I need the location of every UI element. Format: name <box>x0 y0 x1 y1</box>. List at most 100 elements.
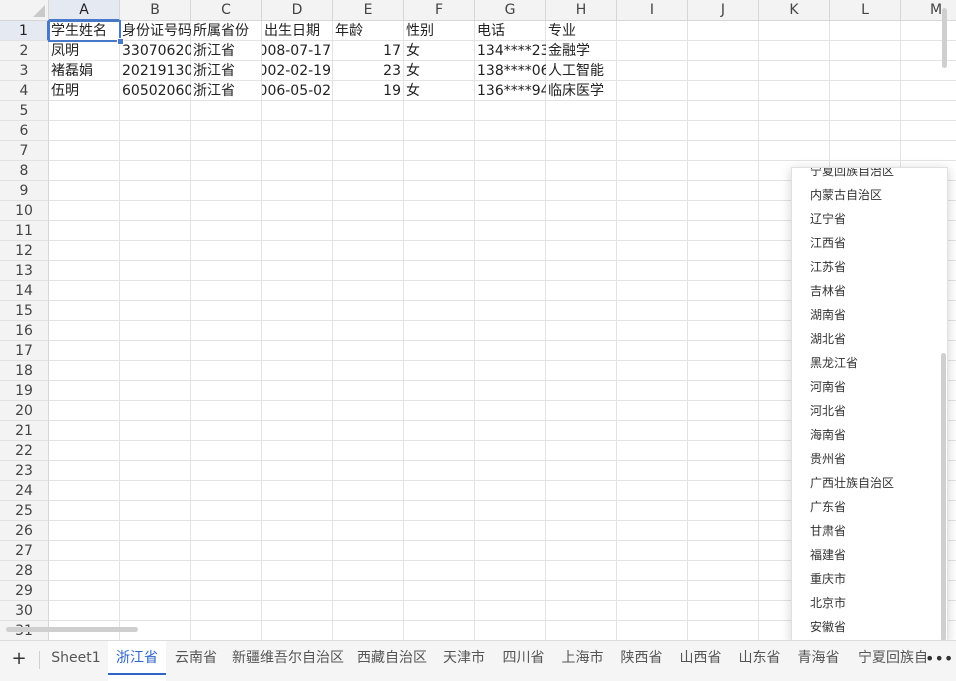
sheet-tab[interactable]: 宁夏回族自治区 <box>848 641 926 681</box>
table-cell[interactable]: 褚磊娟 <box>49 61 120 81</box>
header-cell-f[interactable]: 性别 <box>404 21 475 41</box>
sheet-tab[interactable]: 云南省 <box>166 641 226 681</box>
row-header-30[interactable]: 30 <box>0 601 49 621</box>
fill-handle[interactable] <box>117 38 124 45</box>
row-header-23[interactable]: 23 <box>0 461 49 481</box>
column-header-f[interactable]: F <box>404 0 475 21</box>
select-all-corner[interactable] <box>0 0 49 21</box>
table-cell[interactable]: 人工智能 <box>546 61 617 81</box>
dropdown-sheet-item[interactable]: 江苏省 <box>810 255 846 279</box>
row-header-8[interactable]: 8 <box>0 161 49 181</box>
table-cell[interactable]: 2008-07-17 <box>262 41 333 61</box>
table-cell[interactable]: 330706200 <box>120 41 191 61</box>
table-cell[interactable]: 134****23 <box>475 41 546 61</box>
column-header-a[interactable]: A <box>49 0 120 21</box>
row-header-15[interactable]: 15 <box>0 301 49 321</box>
row-header-20[interactable]: 20 <box>0 401 49 421</box>
sheet-tab[interactable]: 上海市 <box>553 641 612 681</box>
table-cell[interactable]: 伍明 <box>49 81 120 101</box>
dropdown-sheet-item[interactable]: 海南省 <box>810 423 846 447</box>
table-cell[interactable]: 临床医学 <box>546 81 617 101</box>
row-header-25[interactable]: 25 <box>0 501 49 521</box>
sheet-tab[interactable]: 青海省 <box>789 641 848 681</box>
sheet-tab[interactable]: Sheet1 <box>44 641 108 681</box>
dropdown-sheet-item[interactable]: 吉林省 <box>810 279 846 303</box>
table-cell[interactable]: 19 <box>333 81 404 101</box>
row-header-28[interactable]: 28 <box>0 561 49 581</box>
column-header-g[interactable]: G <box>475 0 546 21</box>
table-cell[interactable]: 金融学 <box>546 41 617 61</box>
table-cell[interactable]: 女 <box>404 41 475 61</box>
row-header-3[interactable]: 3 <box>0 61 49 81</box>
row-header-29[interactable]: 29 <box>0 581 49 601</box>
column-header-h[interactable]: H <box>546 0 617 21</box>
header-cell-e[interactable]: 年龄 <box>333 21 404 41</box>
row-header-22[interactable]: 22 <box>0 441 49 461</box>
table-cell[interactable]: 605020600 <box>120 81 191 101</box>
row-header-21[interactable]: 21 <box>0 421 49 441</box>
row-header-7[interactable]: 7 <box>0 141 49 161</box>
row-header-6[interactable]: 6 <box>0 121 49 141</box>
row-header-2[interactable]: 2 <box>0 41 49 61</box>
row-header-5[interactable]: 5 <box>0 101 49 121</box>
table-cell[interactable]: 女 <box>404 61 475 81</box>
header-cell-c[interactable]: 所属省份 <box>191 21 262 41</box>
sheet-tab[interactable]: 浙江省 <box>108 641 166 681</box>
row-header-11[interactable]: 11 <box>0 221 49 241</box>
column-header-j[interactable]: J <box>688 0 759 21</box>
header-cell-b[interactable]: 身份证号码 <box>120 21 191 41</box>
table-cell[interactable]: 浙江省 <box>191 81 262 101</box>
row-header-19[interactable]: 19 <box>0 381 49 401</box>
dropdown-sheet-item[interactable]: 河南省 <box>810 375 846 399</box>
table-cell[interactable]: 23 <box>333 61 404 81</box>
row-header-26[interactable]: 26 <box>0 521 49 541</box>
row-header-13[interactable]: 13 <box>0 261 49 281</box>
column-header-m[interactable]: M <box>901 0 956 21</box>
column-header-i[interactable]: I <box>617 0 688 21</box>
sheet-tab[interactable]: 四川省 <box>494 641 553 681</box>
header-cell-d[interactable]: 出生日期 <box>262 21 333 41</box>
row-header-12[interactable]: 12 <box>0 241 49 261</box>
row-header-10[interactable]: 10 <box>0 201 49 221</box>
dropdown-sheet-item[interactable]: 福建省 <box>810 543 846 567</box>
sheet-list-dropdown[interactable]: 宁夏回族自治区 内蒙古自治区 辽宁省 江西省 江苏省 吉林省 湖南省 湖北省 黑龙江省 河南省 河北… <box>791 167 948 643</box>
row-header-24[interactable]: 24 <box>0 481 49 501</box>
more-sheets-icon[interactable]: ••• <box>925 644 953 674</box>
row-header-9[interactable]: 9 <box>0 181 49 201</box>
row-header-27[interactable]: 27 <box>0 541 49 561</box>
add-sheet-button[interactable]: + <box>9 649 29 669</box>
table-cell[interactable]: 凤明 <box>49 41 120 61</box>
dropdown-sheet-item[interactable]: 重庆市 <box>810 567 846 591</box>
sheet-tab[interactable]: 陕西省 <box>612 641 671 681</box>
dropdown-sheet-item[interactable]: 黑龙江省 <box>810 351 858 375</box>
sheet-tab[interactable]: 山西省 <box>671 641 730 681</box>
column-header-k[interactable]: K <box>759 0 830 21</box>
table-cell[interactable]: 2002-02-19 <box>262 61 333 81</box>
row-header-17[interactable]: 17 <box>0 341 49 361</box>
row-header-4[interactable]: 4 <box>0 81 49 101</box>
header-cell-h[interactable]: 专业 <box>546 21 617 41</box>
table-cell[interactable]: 浙江省 <box>191 61 262 81</box>
row-header-1[interactable]: 1 <box>0 21 49 41</box>
dropdown-sheet-item[interactable]: 北京市 <box>810 591 846 615</box>
table-cell[interactable]: 17 <box>333 41 404 61</box>
row-header-18[interactable]: 18 <box>0 361 49 381</box>
table-cell[interactable]: 136****94 <box>475 81 546 101</box>
table-cell[interactable]: 202191300 <box>120 61 191 81</box>
dropdown-sheet-item[interactable]: 河北省 <box>810 399 846 423</box>
column-header-c[interactable]: C <box>191 0 262 21</box>
vertical-scrollbar[interactable] <box>942 8 947 68</box>
dropdown-sheet-item[interactable]: 宁夏回族自治区 <box>810 168 894 183</box>
dropdown-sheet-item[interactable]: 广西壮族自治区 <box>810 471 894 495</box>
dropdown-sheet-item[interactable]: 安徽省 <box>810 615 846 639</box>
dropdown-sheet-item[interactable]: 甘肃省 <box>810 519 846 543</box>
dropdown-sheet-item[interactable]: 辽宁省 <box>810 207 846 231</box>
column-header-l[interactable]: L <box>830 0 901 21</box>
table-cell[interactable]: 浙江省 <box>191 41 262 61</box>
table-cell[interactable]: 2006-05-02 <box>262 81 333 101</box>
dropdown-sheet-item[interactable]: 湖北省 <box>810 327 846 351</box>
column-header-b[interactable]: B <box>120 0 191 21</box>
dropdown-sheet-item[interactable]: 江西省 <box>810 231 846 255</box>
dropdown-sheet-item[interactable]: 内蒙古自治区 <box>810 183 882 207</box>
dropdown-sheet-item[interactable]: 广东省 <box>810 495 846 519</box>
